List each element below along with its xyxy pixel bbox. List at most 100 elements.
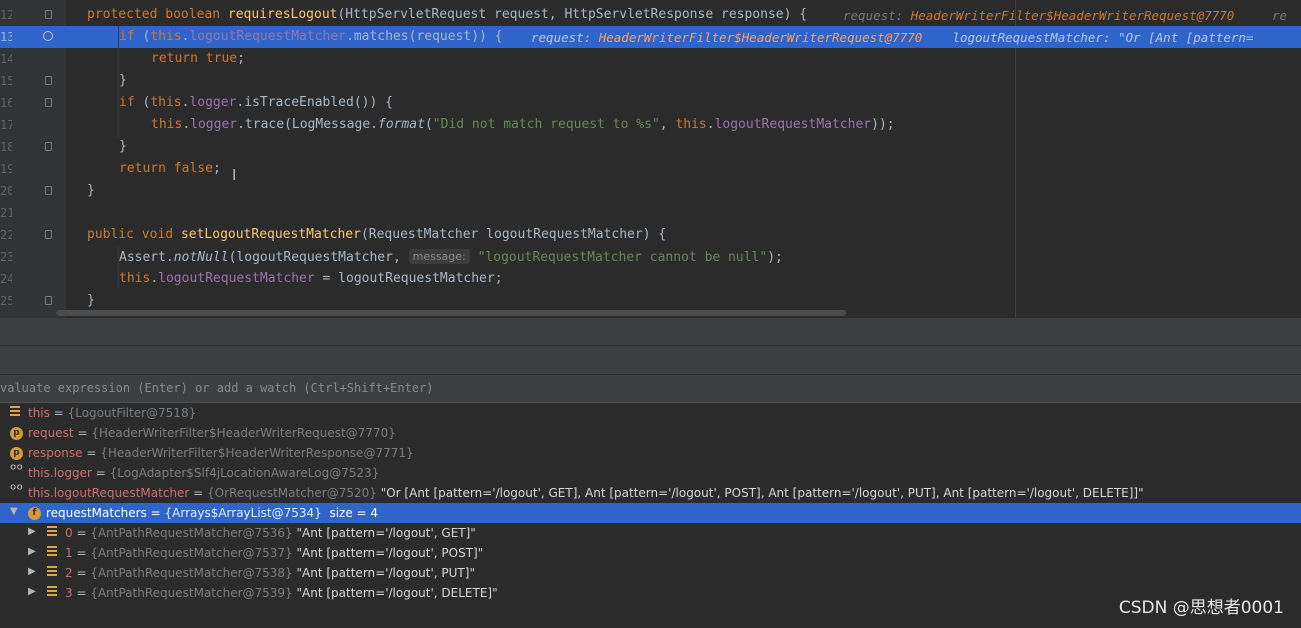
code-line[interactable]: 12 protected boolean requiresLogout(HttpS… — [0, 4, 1301, 26]
chevron-right-icon[interactable]: ▶ — [28, 526, 36, 537]
variable-row[interactable]: p request = {HeaderWriterFilter$HeaderWri… — [0, 423, 1301, 443]
code-token: logoutRequestMatcher — [714, 117, 872, 132]
variable-row[interactable]: ᵒᵒ this.logoutRequestMatcher = {OrRequest… — [0, 480, 1301, 503]
code-line[interactable]: 16 if (this.logger.isTraceEnabled()) { — [0, 92, 1301, 114]
debug-value-token: request: — [843, 8, 911, 23]
code-token: .trace(LogMessage. — [237, 117, 378, 132]
code-line[interactable]: 18} — [0, 136, 1301, 158]
variable-row[interactable]: p response = {HeaderWriterFilter$HeaderWr… — [0, 443, 1301, 463]
code-line[interactable]: 14 return true; — [0, 48, 1301, 70]
code-token: logger — [189, 95, 237, 110]
code-line[interactable]: 19 return false; — [0, 158, 1301, 180]
breakpoint-icon[interactable] — [43, 31, 53, 41]
variable-child-row[interactable]: ▶ 0 = {AntPathRequestMatcher@7536} "Ant [… — [0, 523, 1301, 543]
code-token: ; — [237, 51, 245, 66]
field-list-icon — [47, 566, 57, 576]
variable-child-row[interactable]: ▶ 3 = {AntPathRequestMatcher@7539} "Ant [… — [0, 583, 1301, 603]
code-line[interactable]: 22 public void setLogoutRequestMatcher(Re… — [0, 224, 1301, 246]
fold-marker-icon[interactable] — [45, 10, 52, 19]
fold-marker-icon[interactable] — [45, 98, 52, 107]
code-token: boolean — [165, 7, 228, 22]
horizontal-scrollbar[interactable] — [56, 310, 846, 316]
variable-text: requestMatchers = {Arrays$ArrayList@7534… — [46, 506, 378, 520]
variable-row[interactable]: this = {LogoutFilter@7518} — [0, 403, 1301, 423]
equals-sign: = — [146, 506, 165, 520]
variable-text: 1 = {AntPathRequestMatcher@7537} "Ant [p… — [65, 546, 483, 560]
equals-sign: = — [72, 586, 91, 600]
variable-text: this = {LogoutFilter@7518} — [28, 406, 196, 420]
chevron-down-icon[interactable]: ▼ — [10, 506, 18, 517]
code-token: (RequestMatcher logoutRequestMatcher) { — [360, 227, 667, 242]
code-token: } — [119, 139, 127, 154]
variable-value: "Ant [pattern='/logout', POST]" — [292, 546, 484, 560]
code-line[interactable]: 20} — [0, 180, 1301, 202]
code-token: (logoutRequestMatcher, — [228, 250, 409, 265]
variable-name: response — [28, 446, 83, 460]
code-text: } — [87, 293, 95, 308]
line-number: 22 — [0, 228, 12, 242]
evaluate-expression-input[interactable]: valuate expression (Enter) or add a watc… — [0, 375, 1301, 403]
variable-ref: {OrRequestMatcher@7520} — [207, 486, 377, 500]
variable-text: this.logger = {LogAdapter$Slf4jLocationA… — [28, 466, 379, 480]
code-text: } — [119, 73, 127, 88]
variable-ref: {HeaderWriterFilter$HeaderWriterResponse… — [100, 446, 414, 460]
inline-debug-value: request: HeaderWriterFilter$HeaderWriter… — [531, 30, 1253, 45]
watch-glasses-icon: ᵒᵒ — [10, 460, 24, 479]
fold-marker-icon[interactable] — [45, 296, 52, 305]
code-line[interactable]: 24 this.logoutRequestMatcher = logoutRequ… — [0, 268, 1301, 290]
parameter-icon: p — [10, 447, 23, 460]
code-token: this — [150, 95, 182, 110]
fold-marker-icon[interactable] — [45, 186, 52, 195]
variable-ref: {AntPathRequestMatcher@7538} — [90, 566, 293, 580]
code-token: (HttpServletRequest request, HttpServlet… — [337, 7, 808, 22]
code-token: if — [119, 95, 143, 110]
code-token: requiresLogout — [227, 7, 338, 22]
debug-value-token: logoutRequestMatcher: "Or [Ant [pattern= — [922, 30, 1254, 45]
field-list-icon — [47, 526, 57, 536]
variable-ref: {Arrays$ArrayList@7534} — [164, 506, 322, 520]
fold-marker-icon[interactable] — [45, 76, 52, 85]
variable-child-row[interactable]: ▶ 1 = {AntPathRequestMatcher@7537} "Ant [… — [0, 543, 1301, 563]
variable-row[interactable]: ᵒᵒ this.logger = {LogAdapter$Slf4jLocatio… — [0, 460, 1301, 483]
code-token: false — [173, 161, 213, 176]
code-editor[interactable]: 12 protected boolean requiresLogout(HttpS… — [0, 0, 1301, 318]
chevron-right-icon[interactable]: ▶ — [28, 586, 36, 597]
code-line[interactable]: 17 this.logger.trace(LogMessage.format("D… — [0, 114, 1301, 136]
chevron-right-icon[interactable]: ▶ — [28, 546, 36, 557]
variable-text: request = {HeaderWriterFilter$HeaderWrit… — [28, 426, 396, 440]
line-number: 17 — [0, 118, 12, 132]
equals-sign: = — [189, 486, 208, 500]
variable-name: requestMatchers — [46, 506, 147, 520]
current-execution-line[interactable]: 13 if (this.logoutRequestMatcher.matches(… — [0, 26, 1301, 48]
variable-child-row[interactable]: ▶ 2 = {AntPathRequestMatcher@7538} "Ant [… — [0, 563, 1301, 583]
parameter-icon: p — [10, 427, 23, 440]
code-token: public — [87, 227, 142, 242]
inline-debug-value: request: HeaderWriterFilter$HeaderWriter… — [843, 8, 1287, 23]
code-token: .matches(request)) { — [346, 29, 503, 44]
code-line[interactable]: 25} — [0, 290, 1301, 312]
code-token: notNull — [173, 250, 229, 265]
debug-value-token: HeaderWriterFilter$HeaderWriterRequest@7… — [910, 8, 1235, 23]
code-line[interactable]: 23 Assert.notNull(logoutRequestMatcher, m… — [0, 246, 1301, 268]
variable-row[interactable]: ▼ f requestMatchers = {Arrays$ArrayList@75… — [0, 503, 1301, 523]
line-number: 20 — [0, 184, 12, 198]
variable-value: "Ant [pattern='/logout', PUT]" — [292, 566, 475, 580]
code-token: = logoutRequestMatcher; — [314, 271, 503, 286]
code-text: this.logger.trace(LogMessage.format("Did… — [151, 117, 895, 132]
variable-name: this.logoutRequestMatcher — [28, 486, 190, 500]
variable-text: 3 = {AntPathRequestMatcher@7539} "Ant [p… — [65, 586, 498, 600]
code-token: "Did not match request to %s" — [432, 117, 660, 132]
variable-value: size = 4 — [321, 506, 379, 520]
code-line[interactable]: 21 — [0, 202, 1301, 224]
fold-marker-icon[interactable] — [45, 230, 52, 239]
variable-name: 3 — [65, 586, 73, 600]
chevron-right-icon[interactable]: ▶ — [28, 566, 36, 577]
code-text: protected boolean requiresLogout(HttpSer… — [87, 7, 807, 22]
code-token: , — [659, 117, 676, 132]
code-line[interactable]: 15} — [0, 70, 1301, 92]
fold-marker-icon[interactable] — [45, 142, 52, 151]
code-text: public void setLogoutRequestMatcher(Requ… — [87, 227, 666, 242]
line-number: 23 — [0, 250, 12, 264]
line-number: 13 — [0, 30, 12, 44]
code-token: } — [87, 183, 95, 198]
